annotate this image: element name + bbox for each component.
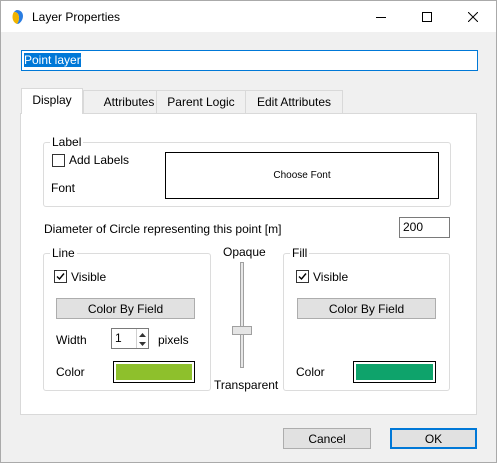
- choose-font-label: Choose Font: [273, 170, 331, 181]
- fill-visible-label: Visible: [313, 270, 349, 284]
- line-group-title: Line: [50, 246, 77, 260]
- opacity-slider-thumb[interactable]: [232, 326, 252, 335]
- tab-display[interactable]: Display: [21, 88, 83, 114]
- opaque-label: Opaque: [223, 245, 266, 259]
- line-color-swatch[interactable]: [113, 361, 195, 383]
- layer-name-text: Point layer: [24, 53, 81, 67]
- minimize-icon: [376, 12, 386, 22]
- spinner-down-icon[interactable]: [137, 339, 148, 348]
- width-value: 1: [115, 331, 122, 345]
- fill-group-title: Fill: [290, 246, 310, 260]
- checkmark-icon: [298, 273, 307, 281]
- display-tab-panel: Label Add Labels Font Choose Font Diamet…: [20, 113, 477, 415]
- close-button[interactable]: [450, 1, 496, 32]
- diameter-value: 200: [403, 220, 424, 234]
- line-color-fill: [116, 364, 192, 380]
- minimize-button[interactable]: [358, 1, 404, 32]
- maximize-button[interactable]: [404, 1, 450, 32]
- title-bar[interactable]: Layer Properties: [1, 1, 496, 32]
- line-visible-checkbox[interactable]: [54, 270, 67, 283]
- line-group: Line Visible Color By Field Width 1 pixe…: [43, 246, 211, 391]
- cancel-button[interactable]: Cancel: [283, 428, 371, 449]
- tab-parent-logic[interactable]: Parent Logic: [156, 90, 246, 113]
- add-labels-checkbox[interactable]: [52, 154, 65, 167]
- fill-color-by-field-label: Color By Field: [328, 301, 405, 316]
- pixels-label: pixels: [158, 333, 189, 347]
- spinner-arrows: [136, 329, 148, 348]
- font-label: Font: [51, 181, 76, 195]
- choose-font-button[interactable]: Choose Font: [165, 152, 439, 199]
- spinner-up-icon[interactable]: [137, 330, 148, 339]
- add-labels-label: Add Labels: [69, 153, 130, 167]
- line-visible-label: Visible: [71, 270, 107, 284]
- width-spinner[interactable]: 1: [111, 328, 149, 349]
- diameter-label: Diameter of Circle representing this poi…: [44, 222, 282, 236]
- checkmark-icon: [56, 273, 65, 281]
- maximize-icon: [422, 11, 432, 22]
- line-color-label: Color: [56, 365, 85, 379]
- fill-color-swatch[interactable]: [353, 361, 436, 383]
- diameter-input[interactable]: 200: [399, 217, 450, 238]
- close-icon: [468, 11, 478, 22]
- line-color-by-field-label: Color By Field: [87, 301, 164, 316]
- cancel-label: Cancel: [308, 431, 346, 446]
- layer-name-input[interactable]: Point layer: [21, 50, 478, 71]
- width-label: Width: [56, 333, 87, 347]
- line-color-by-field-button[interactable]: Color By Field: [56, 298, 195, 319]
- fill-group: Fill Visible Color By Field Color: [283, 246, 450, 391]
- fill-color-by-field-button[interactable]: Color By Field: [297, 298, 436, 319]
- layer-properties-dialog: Layer Properties Point layer Display Att…: [0, 0, 497, 463]
- window-title: Layer Properties: [32, 10, 121, 24]
- label-group: Label Add Labels Font Choose Font: [43, 135, 451, 207]
- tab-edit-attributes[interactable]: Edit Attributes: [245, 90, 343, 113]
- app-logo-icon: [11, 9, 25, 25]
- fill-visible-checkbox[interactable]: [296, 270, 309, 283]
- ok-label: OK: [424, 431, 443, 446]
- fill-color-fill: [356, 364, 433, 380]
- ok-button[interactable]: OK: [390, 428, 477, 449]
- label-group-title: Label: [50, 135, 84, 149]
- transparent-label: Transparent: [214, 378, 279, 392]
- opacity-slider-track[interactable]: [240, 262, 244, 368]
- fill-color-label: Color: [296, 365, 325, 379]
